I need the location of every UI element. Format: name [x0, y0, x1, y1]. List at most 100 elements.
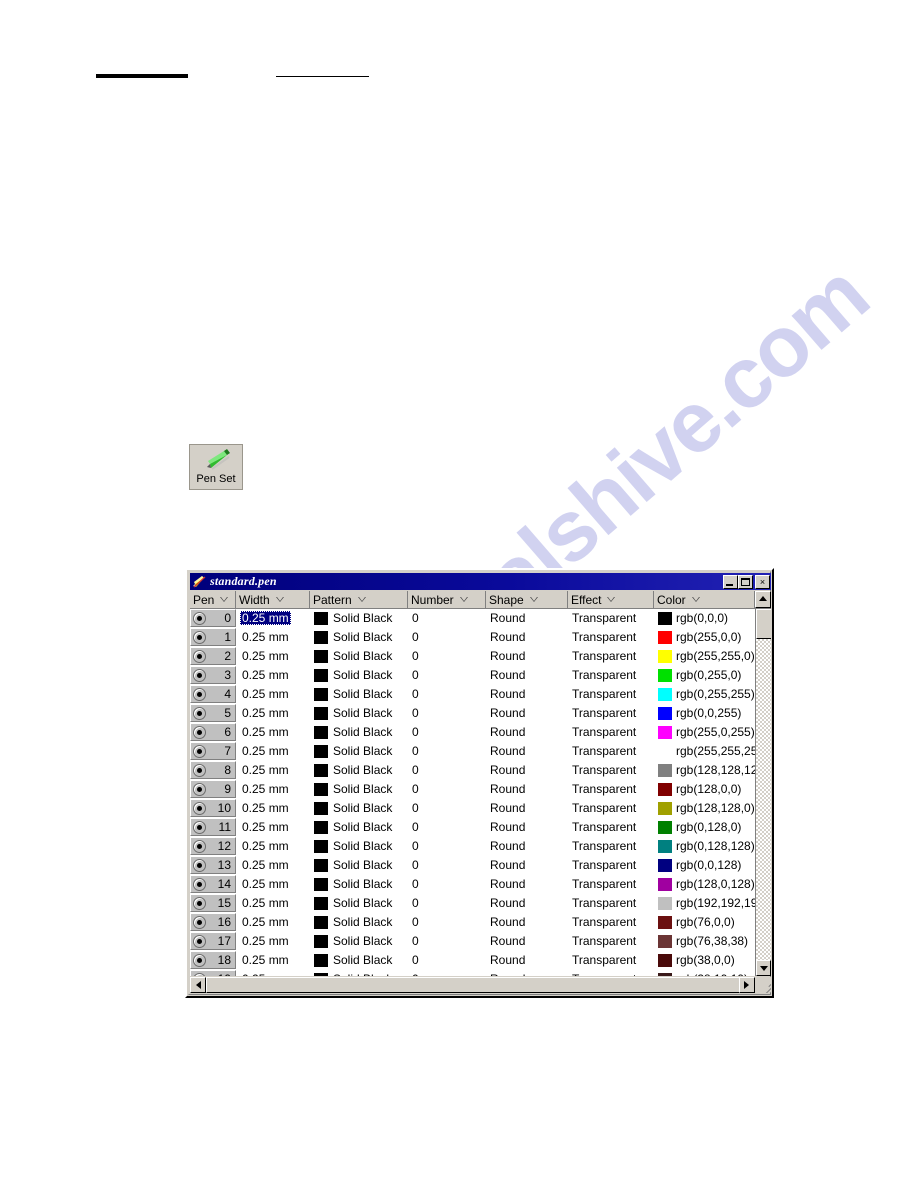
chevron-down-icon[interactable]: [220, 597, 229, 602]
cell-shape[interactable]: Round: [486, 685, 568, 703]
radio-icon[interactable]: [193, 706, 206, 720]
radio-icon[interactable]: [193, 820, 206, 834]
scroll-down-button[interactable]: [756, 960, 771, 976]
cell-width[interactable]: 0.25 mm: [236, 799, 310, 817]
cell-pen[interactable]: 12: [190, 837, 236, 855]
radio-icon[interactable]: [193, 915, 206, 929]
cell-width[interactable]: 0.25 mm: [236, 628, 310, 646]
cell-color[interactable]: rgb(76,0,0): [654, 913, 755, 931]
cell-pattern[interactable]: Solid Black: [310, 761, 408, 779]
cell-width[interactable]: 0.25 mm: [236, 647, 310, 665]
cell-width[interactable]: 0.25 mm: [236, 894, 310, 912]
cell-shape[interactable]: Round: [486, 609, 568, 627]
cell-pattern[interactable]: Solid Black: [310, 628, 408, 646]
cell-color[interactable]: rgb(38,0,0): [654, 951, 755, 969]
cell-shape[interactable]: Round: [486, 742, 568, 760]
radio-icon[interactable]: [193, 744, 206, 758]
cell-color[interactable]: rgb(0,128,128): [654, 837, 755, 855]
cell-pen[interactable]: 0: [190, 609, 236, 627]
radio-icon[interactable]: [193, 934, 206, 948]
radio-icon[interactable]: [193, 877, 206, 891]
horizontal-scroll-thumb[interactable]: [206, 977, 740, 993]
close-button[interactable]: ×: [755, 574, 770, 589]
radio-icon[interactable]: [193, 839, 206, 853]
cell-effect[interactable]: Transparent: [568, 704, 654, 722]
cell-effect[interactable]: Transparent: [568, 628, 654, 646]
cell-effect[interactable]: Transparent: [568, 799, 654, 817]
column-header-width[interactable]: Width: [236, 591, 310, 608]
cell-number[interactable]: 0: [408, 704, 486, 722]
cell-width[interactable]: 0.25 mm: [236, 742, 310, 760]
cell-number[interactable]: 0: [408, 647, 486, 665]
cell-width[interactable]: 0.25 mm: [236, 666, 310, 684]
cell-width[interactable]: 0.25 mm: [236, 932, 310, 950]
cell-shape[interactable]: Round: [486, 875, 568, 893]
table-row[interactable]: 0 0.25 mm Solid Black 0 Round Transparent rgb(…: [190, 609, 755, 628]
cell-effect[interactable]: Transparent: [568, 970, 654, 976]
cell-pattern[interactable]: Solid Black: [310, 742, 408, 760]
pen-set-button[interactable]: Pen Set: [189, 444, 243, 490]
cell-pen[interactable]: 4: [190, 685, 236, 703]
cell-width[interactable]: 0.25 mm: [236, 875, 310, 893]
cell-color[interactable]: rgb(38,19,19): [654, 970, 755, 976]
cell-effect[interactable]: Transparent: [568, 837, 654, 855]
cell-effect[interactable]: Transparent: [568, 647, 654, 665]
horizontal-scrollbar[interactable]: [190, 977, 771, 993]
cell-pattern[interactable]: Solid Black: [310, 970, 408, 976]
scroll-right-button[interactable]: [739, 977, 755, 993]
cell-pattern[interactable]: Solid Black: [310, 666, 408, 684]
cell-width[interactable]: 0.25 mm: [236, 761, 310, 779]
table-row[interactable]: 12 0.25 mm Solid Black 0 Round Transparent rgb…: [190, 837, 755, 856]
cell-width[interactable]: 0.25 mm: [236, 685, 310, 703]
cell-effect[interactable]: Transparent: [568, 856, 654, 874]
cell-pattern[interactable]: Solid Black: [310, 932, 408, 950]
cell-pen[interactable]: 14: [190, 875, 236, 893]
cell-width[interactable]: 0.25 mm: [236, 723, 310, 741]
cell-pen[interactable]: 13: [190, 856, 236, 874]
radio-icon[interactable]: [193, 611, 206, 625]
cell-number[interactable]: 0: [408, 761, 486, 779]
cell-pen[interactable]: 3: [190, 666, 236, 684]
cell-width[interactable]: 0.25 mm: [236, 609, 310, 627]
cell-pattern[interactable]: Solid Black: [310, 913, 408, 931]
cell-effect[interactable]: Transparent: [568, 666, 654, 684]
cell-shape[interactable]: Round: [486, 894, 568, 912]
cell-shape[interactable]: Round: [486, 628, 568, 646]
cell-width[interactable]: 0.25 mm: [236, 913, 310, 931]
chevron-down-icon[interactable]: [459, 597, 469, 602]
cell-effect[interactable]: Transparent: [568, 894, 654, 912]
cell-pen[interactable]: 18: [190, 951, 236, 969]
cell-number[interactable]: 0: [408, 894, 486, 912]
cell-pattern[interactable]: Solid Black: [310, 780, 408, 798]
cell-pattern[interactable]: Solid Black: [310, 856, 408, 874]
cell-number[interactable]: 0: [408, 628, 486, 646]
cell-width[interactable]: 0.25 mm: [236, 951, 310, 969]
cell-color[interactable]: rgb(128,128,0): [654, 799, 755, 817]
cell-color[interactable]: rgb(0,255,0): [654, 666, 755, 684]
table-row[interactable]: 7 0.25 mm Solid Black 0 Round Transparent rgb(…: [190, 742, 755, 761]
column-header-shape[interactable]: Shape: [486, 591, 568, 608]
table-row[interactable]: 9 0.25 mm Solid Black 0 Round Transparent rgb(…: [190, 780, 755, 799]
table-row[interactable]: 4 0.25 mm Solid Black 0 Round Transparent rgb(…: [190, 685, 755, 704]
cell-shape[interactable]: Round: [486, 780, 568, 798]
cell-number[interactable]: 0: [408, 799, 486, 817]
table-row[interactable]: 14 0.25 mm Solid Black 0 Round Transparent rgb…: [190, 875, 755, 894]
cell-effect[interactable]: Transparent: [568, 932, 654, 950]
cell-shape[interactable]: Round: [486, 666, 568, 684]
minimize-button[interactable]: [723, 574, 738, 589]
cell-pattern[interactable]: Solid Black: [310, 609, 408, 627]
table-row[interactable]: 1 0.25 mm Solid Black 0 Round Transparent rgb(…: [190, 628, 755, 647]
chevron-down-icon[interactable]: [529, 597, 539, 602]
cell-number[interactable]: 0: [408, 723, 486, 741]
cell-color[interactable]: rgb(255,0,255): [654, 723, 755, 741]
cell-number[interactable]: 0: [408, 951, 486, 969]
chevron-down-icon[interactable]: [357, 597, 367, 602]
cell-effect[interactable]: Transparent: [568, 818, 654, 836]
cell-color[interactable]: rgb(76,38,38): [654, 932, 755, 950]
cell-number[interactable]: 0: [408, 932, 486, 950]
cell-effect[interactable]: Transparent: [568, 723, 654, 741]
cell-number[interactable]: 0: [408, 742, 486, 760]
cell-pattern[interactable]: Solid Black: [310, 647, 408, 665]
cell-color[interactable]: rgb(255,255,25: [654, 742, 755, 760]
window-title-bar[interactable]: standard.pen ×: [190, 573, 771, 590]
